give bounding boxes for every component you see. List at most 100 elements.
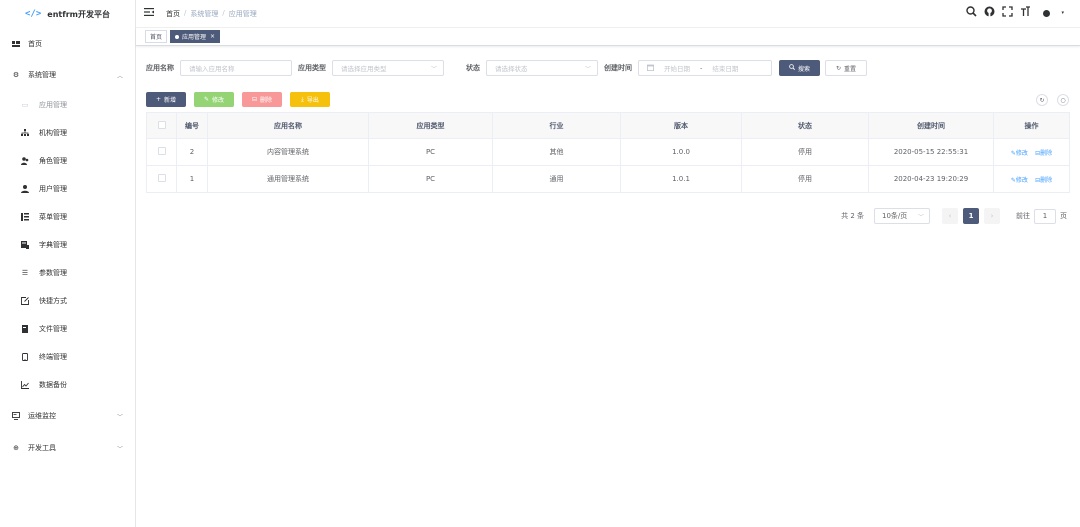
row-delete-link[interactable]: ⊟删除 (1035, 150, 1052, 157)
sidebar-item-roles[interactable]: 角色管理 (0, 151, 135, 171)
sidebar-item-label: 首页 (28, 40, 42, 48)
breadcrumb-sep: / (184, 8, 187, 17)
search-form: 应用名称 请输入应用名称 应用类型 请选择应用类型 ﹀ 状态 请选择状态 ﹀ 创… (146, 60, 867, 76)
sidebar-item-system[interactable]: ⚙ 系统管理 ︿ (0, 65, 135, 85)
breadcrumb-system: 系统管理 (190, 9, 219, 18)
column-header: 应用名称 (207, 112, 369, 139)
row-select-cell[interactable] (146, 138, 177, 166)
monitor-icon (11, 412, 21, 420)
row-delete-link[interactable]: ⊟删除 (1035, 177, 1052, 184)
cell-version: 1.0.1 (620, 165, 742, 193)
table-header-row: 编号 应用名称 应用类型 行业 版本 状态 创建时间 操作 (146, 112, 1070, 139)
page-size-select[interactable]: 10条/页 ﹀ (874, 208, 930, 224)
row-delete-label: 删除 (1040, 176, 1053, 184)
status-select[interactable]: 请选择状态 ﹀ (486, 60, 598, 76)
export-button[interactable]: ⤓ 导出 (290, 92, 330, 107)
toggle-search-button[interactable]: ○ (1057, 94, 1069, 106)
column-header: 状态 (741, 112, 869, 139)
caret-down-icon[interactable]: ▾ (1061, 10, 1064, 16)
sidebar-item-shortcuts[interactable]: 快捷方式 (0, 291, 135, 311)
sidebar-item-apps[interactable]: ▭ 应用管理 (0, 95, 135, 115)
sidebar-item-label: 字典管理 (39, 241, 67, 249)
sidebar-item-dict[interactable]: 字典管理 (0, 235, 135, 255)
sidebar-item-users[interactable]: 用户管理 (0, 179, 135, 199)
sidebar-item-files[interactable]: 文件管理 (0, 319, 135, 339)
app-name-label: 应用名称 (146, 64, 174, 72)
tags-view: 首页 应用管理 × (136, 28, 1080, 46)
sidebar-item-label: 角色管理 (39, 157, 67, 165)
sidebar-item-terminals[interactable]: 终端管理 (0, 347, 135, 367)
row-checkbox[interactable] (157, 147, 166, 155)
tag-label: 应用管理 (182, 34, 207, 41)
range-separator: - (700, 64, 703, 72)
select-all-checkbox[interactable] (157, 120, 166, 129)
cell-status: 停用 (741, 165, 869, 193)
sidebar-item-label: 参数管理 (39, 269, 67, 277)
cell-status: 停用 (741, 138, 869, 166)
select-all-cell[interactable] (146, 112, 177, 139)
row-select-cell[interactable] (146, 165, 177, 193)
breadcrumb-home[interactable]: 首页 (166, 9, 180, 19)
column-header: 应用类型 (368, 112, 493, 139)
search-button[interactable]: 搜索 (779, 60, 820, 76)
app-name-placeholder: 请输入应用名称 (189, 65, 235, 73)
pagination: 共 2 条 10条/页 ﹀ ‹ 1 › 前往 1 页 (841, 208, 1067, 224)
github-icon[interactable] (984, 6, 995, 20)
sidebar-item-label: 文件管理 (39, 325, 67, 333)
chart-icon (20, 381, 30, 389)
cell-name: 内容管理系统 (207, 138, 369, 166)
cell-id: 1 (176, 165, 208, 193)
table-row[interactable]: 1 通用管理系统 PC 通用 1.0.1 停用 2020-04-23 19:20… (146, 165, 1070, 193)
apps-table: 编号 应用名称 应用类型 行业 版本 状态 创建时间 操作 2 内容管理系统 P… (146, 112, 1070, 193)
fullscreen-icon[interactable] (1002, 6, 1014, 20)
refresh-icon: ↻ (835, 64, 841, 72)
next-page-button[interactable]: › (984, 208, 1000, 224)
font-size-icon[interactable] (1020, 6, 1031, 20)
cell-id: 2 (176, 138, 208, 166)
tag-current[interactable]: 应用管理 × (170, 30, 221, 43)
delete-button[interactable]: ⊟ 删除 (242, 92, 282, 107)
avatar[interactable] (1038, 6, 1054, 20)
cell-created: 2020-04-23 19:20:29 (868, 165, 994, 193)
org-tree-icon (20, 129, 30, 137)
file-icon (20, 325, 30, 333)
sidebar-item-menus[interactable]: 菜单管理 (0, 207, 135, 227)
column-header: 行业 (492, 112, 621, 139)
app-type-select[interactable]: 请选择应用类型 ﹀ (332, 60, 444, 76)
cell-actions: ✎修改 ⊟删除 (993, 138, 1070, 166)
page-size-value: 10条/页 (882, 212, 908, 220)
column-header: 版本 (620, 112, 742, 139)
sidebar-item-params[interactable]: ☰ 参数管理 (0, 263, 135, 283)
search-icon[interactable] (966, 6, 978, 20)
hamburger-icon[interactable] (144, 8, 156, 19)
shortcut-icon (20, 297, 30, 305)
reset-button[interactable]: ↻ 重置 (825, 60, 867, 76)
tag-home[interactable]: 首页 (145, 30, 168, 43)
user-icon (20, 185, 30, 193)
logo[interactable]: </> entfrm开发平台 (0, 0, 135, 28)
sidebar-item-devtools[interactable]: ⊕ 开发工具 ﹀ (0, 438, 135, 458)
sidebar-item-label: 开发工具 (28, 444, 56, 452)
goto-page-input[interactable]: 1 (1034, 208, 1056, 224)
edit-button[interactable]: ✎ 修改 (194, 92, 234, 107)
chevron-up-icon: ︿ (116, 72, 123, 80)
sidebar-item-monitor[interactable]: 运维监控 ﹀ (0, 406, 135, 426)
row-checkbox[interactable] (157, 174, 166, 182)
close-icon[interactable]: × (210, 33, 215, 40)
sidebar-item-backup[interactable]: 数据备份 (0, 375, 135, 395)
app-title: entfrm开发平台 (47, 9, 110, 19)
refresh-icon: ↻ (1039, 96, 1045, 104)
sidebar-item-label: 应用管理 (39, 101, 67, 109)
prev-page-button[interactable]: ‹ (942, 208, 958, 224)
sidebar-item-orgs[interactable]: 机构管理 (0, 123, 135, 143)
table-row[interactable]: 2 内容管理系统 PC 其他 1.0.0 停用 2020-05-15 22:55… (146, 138, 1070, 166)
cell-created: 2020-05-15 22:55:31 (868, 138, 994, 166)
sidebar-item-home[interactable]: 首页 (0, 34, 135, 54)
app-name-input[interactable]: 请输入应用名称 (180, 60, 292, 76)
date-range-picker[interactable]: 开始日期 - 结束日期 (638, 60, 772, 76)
page-number-1[interactable]: 1 (963, 208, 979, 224)
refresh-table-button[interactable]: ↻ (1036, 94, 1048, 106)
row-edit-link[interactable]: ✎修改 (1011, 150, 1028, 157)
add-button[interactable]: + 新增 (146, 92, 186, 107)
row-edit-link[interactable]: ✎修改 (1011, 177, 1028, 184)
